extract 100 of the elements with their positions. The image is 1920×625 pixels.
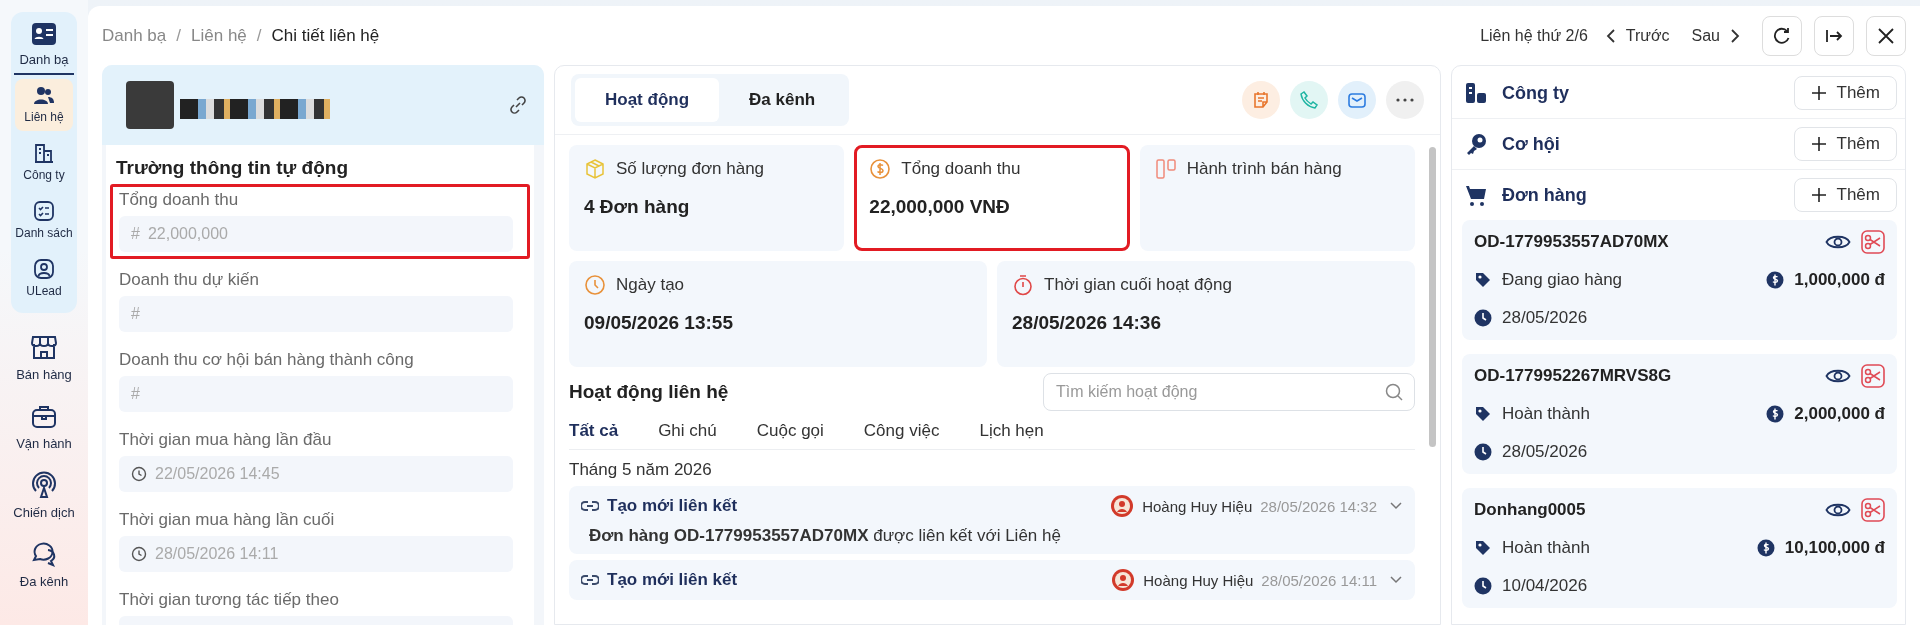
tab[interactable]: Đa kênh — [719, 78, 846, 122]
dollar-icon — [1756, 539, 1775, 557]
timestamp: 28/05/2026 14:32 — [1260, 497, 1377, 515]
add-button[interactable]: Thêm — [1793, 127, 1897, 161]
number-prefix: # — [131, 305, 140, 323]
filter-tab[interactable]: Tất cả — [569, 417, 631, 445]
order-code: OD-1779952267MRVS8G — [1474, 366, 1673, 386]
note-icon — [1251, 90, 1271, 110]
activity-title: Tạo mới liên kết — [607, 496, 738, 516]
filter-tab[interactable]: Ghi chú — [658, 417, 729, 445]
order-status: Đang giao hàng — [1502, 270, 1624, 290]
dollar-icon — [1766, 405, 1785, 423]
search-field[interactable]: Tìm kiếm hoạt động — [1043, 373, 1415, 411]
stat-label: Thời gian cuối hoạt động — [1044, 275, 1232, 295]
field-value: 28/05/2026 14:11 — [155, 545, 279, 563]
building-icon — [1464, 81, 1488, 105]
breadcrumb-link[interactable]: Liên hệ — [191, 25, 247, 46]
section-title: Trường thông tin tự động — [116, 157, 350, 179]
breadcrumb-link[interactable]: Danh bạ — [102, 25, 167, 46]
order-amount: 1,000,000 đ — [1794, 270, 1885, 290]
order-status: Hoàn thành — [1502, 404, 1591, 424]
store-icon — [30, 333, 58, 361]
field-label: Doanh thu dự kiến — [119, 270, 260, 290]
clock-icon — [584, 274, 606, 296]
sidebar-item[interactable]: Công ty — [15, 135, 73, 189]
sidebar-module[interactable]: Danh bạ — [14, 22, 74, 75]
plus-icon — [1810, 187, 1827, 203]
field-label: Thời gian mua hàng lần cuối — [119, 510, 336, 530]
unlink-scissors-icon[interactable] — [1861, 498, 1885, 522]
sidebar-item[interactable]: Chiến dịch — [13, 471, 75, 520]
stat-value: 09/05/2026 13:55 — [584, 312, 734, 334]
chevron-down-icon[interactable] — [1389, 575, 1403, 585]
order-date: 28/05/2026 — [1502, 308, 1589, 328]
order-code: Donhang0005 — [1474, 500, 1587, 520]
sidebar-item[interactable]: ULead — [15, 251, 73, 305]
stat-label: Số lượng đơn hàng — [616, 159, 765, 179]
sidebar-item[interactable]: Vận hành — [16, 402, 72, 451]
avatar-icon — [1111, 568, 1136, 592]
add-button[interactable]: Thêm — [1793, 178, 1897, 212]
cart-icon — [1464, 183, 1488, 207]
avatar-icon — [1110, 494, 1135, 518]
section-title: Hoạt động liên hệ — [569, 381, 729, 403]
section-title: Công ty — [1502, 82, 1570, 104]
add-button[interactable]: Thêm — [1793, 76, 1897, 110]
clock-icon — [131, 546, 147, 562]
chevron-right-icon — [1730, 27, 1740, 44]
clock-icon — [1474, 309, 1492, 327]
previous-link[interactable]: Trước — [1605, 26, 1670, 45]
note-button[interactable] — [1242, 81, 1280, 119]
order-date: 28/05/2026 — [1502, 442, 1589, 462]
filter-tab[interactable]: Lịch hẹn — [979, 417, 1056, 445]
clock-icon — [1474, 443, 1492, 461]
next-link[interactable]: Sau — [1691, 26, 1740, 45]
order-status: Hoàn thành — [1502, 538, 1591, 558]
breadcrumb-link[interactable]: Chi tiết liên hệ — [271, 25, 380, 46]
collapse-panel-button[interactable] — [1814, 15, 1854, 56]
chevron-down-icon[interactable] — [1389, 501, 1403, 511]
contact-card-icon — [31, 22, 57, 46]
filter-tab[interactable]: Công việc — [863, 417, 952, 445]
link-icon[interactable] — [508, 95, 528, 115]
tag-icon — [1474, 405, 1492, 423]
timestamp: 28/05/2026 14:11 — [1261, 571, 1377, 589]
filter-tab[interactable]: Cuộc gọi — [756, 417, 836, 445]
month-heading: Tháng 5 năm 2026 — [569, 460, 713, 480]
field-label: Doanh thu cơ hội bán hàng thành công — [119, 350, 415, 370]
clock-icon — [131, 466, 147, 482]
call-button[interactable] — [1290, 81, 1328, 119]
scrollbar[interactable] — [1429, 147, 1436, 447]
stat-label: Hành trình bán hàng — [1186, 159, 1342, 179]
link-icon — [581, 574, 599, 586]
stat-label: Tổng doanh thu — [901, 159, 1021, 179]
close-button[interactable] — [1866, 15, 1906, 56]
email-button[interactable] — [1338, 81, 1376, 119]
sidebar-item[interactable]: Danh sách — [15, 193, 73, 247]
field-value: 22/05/2026 14:45 — [155, 465, 280, 483]
tag-icon — [1474, 539, 1492, 557]
unlink-scissors-icon[interactable] — [1861, 364, 1885, 388]
box-icon — [584, 158, 606, 180]
refresh-icon — [1772, 25, 1792, 46]
stat-label: Ngày tạo — [616, 275, 685, 295]
activity-title: Tạo mới liên kết — [607, 570, 738, 590]
close-icon — [1876, 25, 1896, 46]
sidebar-item[interactable]: Liên hệ — [15, 79, 73, 131]
columns-icon — [1154, 158, 1177, 180]
sidebar-item[interactable]: Đa kênh — [19, 540, 69, 589]
dollar-icon — [1766, 271, 1785, 289]
chat-bubbles-icon — [30, 540, 58, 568]
breadcrumb-separator: / — [176, 25, 181, 46]
refresh-button[interactable] — [1762, 15, 1802, 56]
sidebar-item[interactable]: Bán hàng — [16, 333, 72, 382]
tab[interactable]: Hoạt động — [575, 78, 720, 122]
plus-icon — [1810, 85, 1827, 101]
unlink-scissors-icon[interactable] — [1861, 230, 1885, 254]
more-button[interactable] — [1386, 81, 1424, 119]
stat-value: 28/05/2026 14:36 — [1012, 312, 1162, 334]
section-title: Đơn hàng — [1502, 184, 1588, 206]
stat-value: 4 Đơn hàng — [584, 196, 691, 218]
clock-icon — [1474, 577, 1492, 595]
dollar-coin-icon — [869, 158, 892, 180]
more-icon — [1396, 98, 1414, 102]
